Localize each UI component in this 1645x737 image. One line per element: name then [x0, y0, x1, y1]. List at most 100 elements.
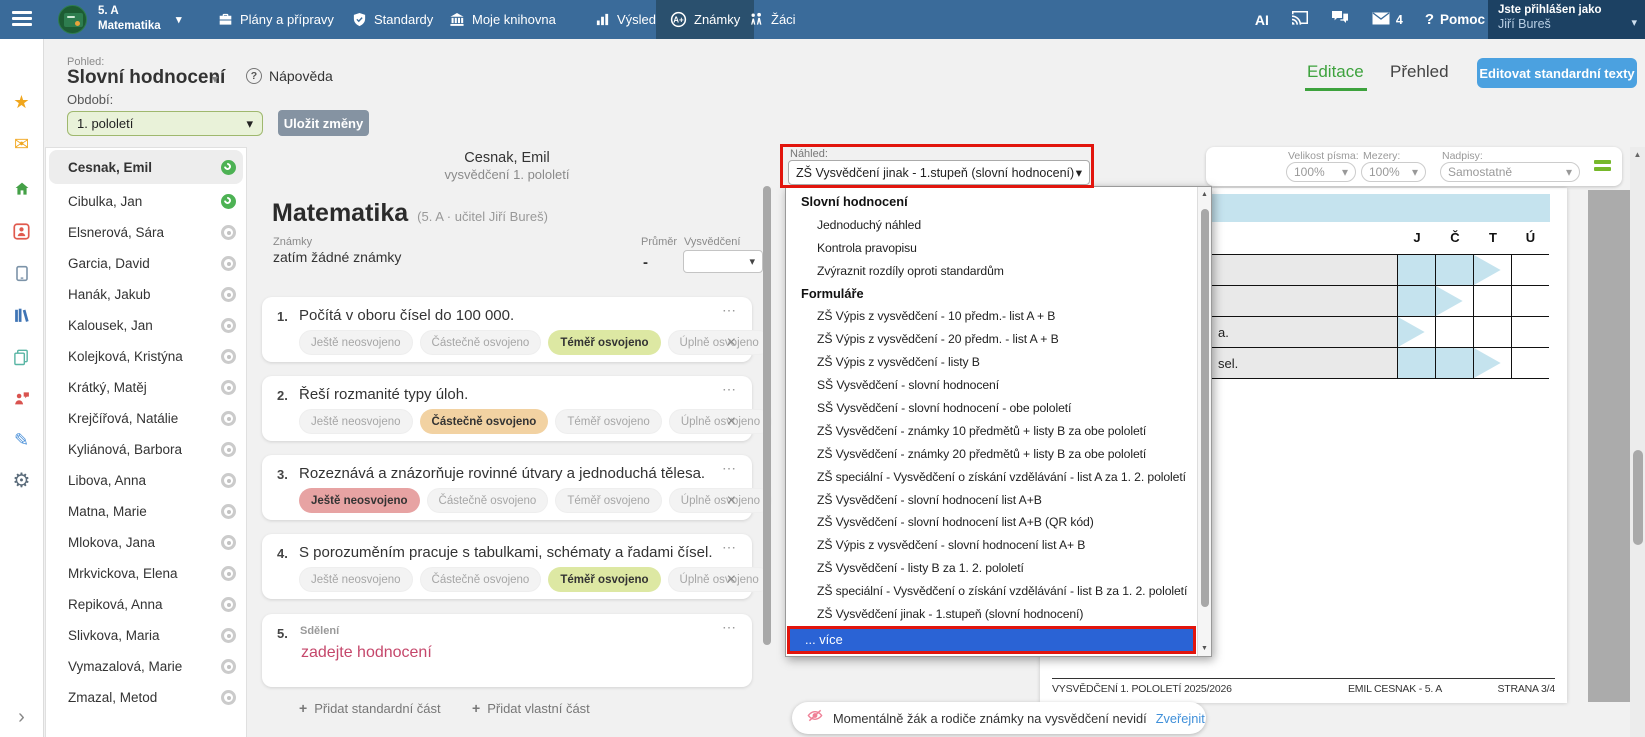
dropdown-option[interactable]: ZŠ Vysvědčení - listy B za 1. 2. pololet… — [786, 557, 1196, 580]
tab-prehled[interactable]: Přehled — [1390, 62, 1449, 82]
nav-item-plany[interactable]: Plány a přípravy — [218, 0, 334, 39]
dropdown-option[interactable]: ZŠ Vysvědčení jinak - 1.stupeň (slovní h… — [786, 603, 1196, 626]
add-custom-part-button[interactable]: + Přidat vlastní část — [472, 700, 590, 716]
rating-pill[interactable]: Ještě neosvojeno — [299, 409, 413, 434]
student-list-item[interactable]: Libova, Anna — [46, 465, 246, 496]
font-size-select[interactable]: 100% ▾ — [1286, 162, 1356, 182]
dropdown-scrollbar[interactable]: ▲ ▼ — [1197, 187, 1211, 656]
nav-item-knihovna[interactable]: Moje knihovna — [449, 0, 556, 39]
favorites-star-icon[interactable]: ★ — [0, 92, 43, 112]
student-list-item[interactable]: Cesnak, Emil — [49, 150, 243, 184]
rating-pill[interactable]: Úplně osvojeno — [669, 488, 772, 513]
remove-rating-icon[interactable]: × — [727, 413, 736, 431]
report-grade-select[interactable]: ▾ — [683, 250, 763, 273]
period-select[interactable]: 1. pololetí ▾ — [67, 111, 263, 136]
help-link[interactable]: ? Nápověda — [246, 68, 333, 84]
card-menu-icon[interactable]: ⋯ — [722, 381, 737, 398]
class-picker[interactable]: 5. A Matematika ▾ — [98, 4, 161, 34]
dropdown-option[interactable]: Zvýraznit rozdíly oproti standardům — [786, 260, 1196, 283]
rating-pill[interactable]: Téměř osvojeno — [555, 409, 661, 434]
tablet-device-icon[interactable] — [0, 262, 43, 282]
dropdown-option[interactable]: ZŠ Vysvědčení - slovní hodnocení list A+… — [786, 489, 1196, 512]
spacing-select[interactable]: 100% ▾ — [1361, 162, 1426, 182]
dropdown-option[interactable]: SŠ Vysvědčení - slovní hodnocení — [786, 374, 1196, 397]
dropdown-option[interactable]: Kontrola pravopisu — [786, 237, 1196, 260]
dropdown-option[interactable]: ZŠ speciální - Vysvědčení o získání vzdě… — [786, 580, 1196, 603]
user-menu[interactable]: Jste přihlášen jako Jiří Bureš ▾ — [1488, 0, 1645, 39]
card-menu-icon[interactable]: ⋯ — [722, 460, 737, 477]
add-standard-part-button[interactable]: + Přidat standardní část — [299, 700, 441, 716]
card-menu-icon[interactable]: ⋯ — [722, 539, 737, 556]
student-list-item[interactable]: Krejčířová, Natálie — [46, 403, 246, 434]
window-scrollbar[interactable]: ▲ — [1630, 147, 1645, 737]
student-list-item[interactable]: Kyliánová, Barbora — [46, 434, 246, 465]
dropdown-option[interactable]: ZŠ Vysvědčení - známky 10 předmětů + lis… — [786, 420, 1196, 443]
student-list-item[interactable]: Elsnerová, Sára — [46, 217, 246, 248]
student-list-item[interactable]: Mrkvickova, Elena — [46, 558, 246, 589]
compose-pencil-icon[interactable]: ✎ — [0, 430, 43, 450]
student-list-item[interactable]: Hanák, Jakub — [46, 279, 246, 310]
tab-editace[interactable]: Editace — [1307, 62, 1364, 82]
nav-item-znamky[interactable]: A+ Známky — [656, 0, 754, 39]
dropdown-option[interactable]: ZŠ Výpis z vysvědčení - slovní hodnocení… — [786, 534, 1196, 557]
expand-chevron-icon[interactable]: › — [0, 707, 43, 727]
dropdown-option[interactable]: ZŠ Výpis z vysvědčení - listy B — [786, 351, 1196, 374]
publish-link[interactable]: Zveřejnit — [1156, 711, 1205, 726]
menu-icon[interactable] — [12, 11, 32, 27]
student-list-item[interactable]: Matna, Marie — [46, 496, 246, 527]
scroll-up-icon[interactable]: ▲ — [1630, 150, 1645, 159]
student-list-item[interactable]: Repiková, Anna — [46, 589, 246, 620]
chevron-down-icon[interactable]: ▾ — [212, 72, 218, 86]
messages-mail-icon[interactable]: ✉ — [0, 134, 43, 154]
remove-rating-icon[interactable]: × — [727, 334, 736, 352]
mail-button[interactable]: 4 — [1372, 12, 1403, 28]
preview-template-select[interactable]: ZŠ Vysvědčení jinak - 1.stupeň (slovní h… — [788, 160, 1090, 185]
student-list-item[interactable]: Slivkova, Maria — [46, 620, 246, 651]
rating-pill[interactable]: Ještě neosvojeno — [299, 488, 420, 513]
student-list-item[interactable]: Cibulka, Jan — [46, 186, 246, 217]
contact-person-icon[interactable] — [0, 220, 43, 240]
dropdown-scrollbar-thumb[interactable] — [1201, 209, 1209, 607]
help-button[interactable]: ? Pomoc — [1425, 11, 1485, 28]
rating-pill[interactable]: Úplně osvojeno — [668, 330, 771, 355]
view-selector[interactable]: Slovní hodnocení — [67, 67, 225, 89]
student-list-item[interactable]: Zmazal, Metod — [46, 682, 246, 713]
ai-button[interactable]: AI — [1255, 12, 1269, 28]
student-list-item[interactable]: Vymazalová, Marie — [46, 651, 246, 682]
cast-icon[interactable] — [1291, 10, 1309, 30]
scroll-down-icon[interactable]: ▼ — [1198, 645, 1211, 652]
save-changes-button[interactable]: Uložit změny — [278, 110, 369, 136]
dropdown-option[interactable]: ZŠ Vysvědčení - slovní hodnocení list A+… — [786, 511, 1196, 534]
remove-rating-icon[interactable]: × — [727, 571, 736, 589]
nav-item-standardy[interactable]: Standardy — [352, 0, 433, 39]
rating-pill[interactable]: Částečně osvojeno — [420, 330, 542, 355]
nav-item-zaci[interactable]: Žáci — [748, 0, 796, 39]
headings-select[interactable]: Samostatně ▾ — [1440, 162, 1580, 182]
home-icon[interactable] — [0, 178, 43, 198]
rating-pill[interactable]: Téměř osvojeno — [548, 330, 660, 355]
edit-standard-texts-button[interactable]: Editovat standardní texty — [1477, 58, 1637, 88]
dropdown-option[interactable]: ZŠ speciální - Vysvědčení o získání vzdě… — [786, 466, 1196, 489]
rating-pill[interactable]: Částečně osvojeno — [420, 567, 542, 592]
rating-pill[interactable]: Téměř osvojeno — [548, 567, 660, 592]
rating-pill[interactable]: Částečně osvojeno — [420, 409, 549, 434]
dropdown-option[interactable]: ZŠ Výpis z vysvědčení - 20 předm. - list… — [786, 328, 1196, 351]
card-menu-icon[interactable]: ⋯ — [722, 619, 737, 636]
dropdown-option[interactable]: ZŠ Vysvědčení - známky 20 předmětů + lis… — [786, 443, 1196, 466]
student-list-item[interactable]: Krátký, Matěj — [46, 372, 246, 403]
dropdown-option[interactable]: SŠ Vysvědčení - slovní hodnocení - obe p… — [786, 397, 1196, 420]
rating-pill[interactable]: Úplně osvojeno — [669, 409, 772, 434]
preview-menu-icon[interactable] — [1594, 160, 1611, 173]
books-library-icon[interactable] — [0, 304, 43, 324]
dropdown-option[interactable]: ZŠ Výpis z vysvědčení - 10 předm.- list … — [786, 305, 1196, 328]
student-list-item[interactable]: Kalousek, Jan — [46, 310, 246, 341]
dropdown-option[interactable]: Jednoduchý náhled — [786, 214, 1196, 237]
rating-pill[interactable]: Částečně osvojeno — [427, 488, 549, 513]
rating-pill[interactable]: Úplně osvojeno — [668, 567, 771, 592]
student-list-item[interactable]: Garcia, David — [46, 248, 246, 279]
rating-pill[interactable]: Ještě neosvojeno — [299, 567, 413, 592]
remove-rating-icon[interactable]: × — [727, 492, 736, 510]
chat-icon[interactable] — [1331, 10, 1350, 30]
student-list-item[interactable]: Kolejková, Kristýna — [46, 341, 246, 372]
message-placeholder[interactable]: zadejte hodnocení — [301, 644, 432, 662]
